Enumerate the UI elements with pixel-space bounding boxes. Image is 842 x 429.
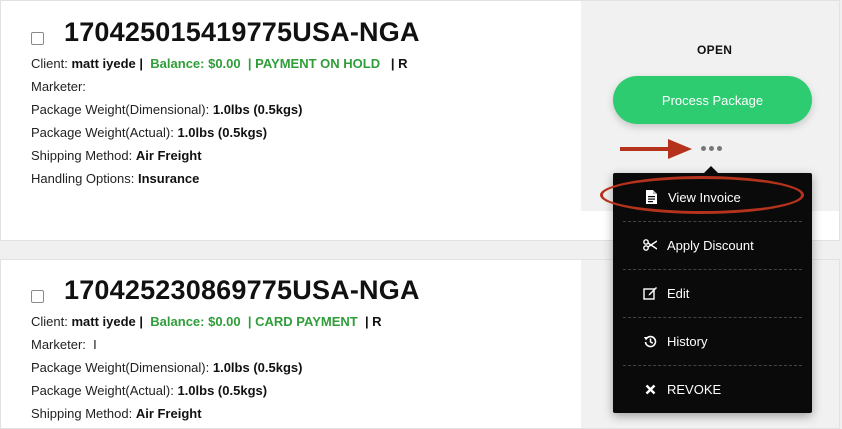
menu-item-label: Edit [667,285,690,301]
scissors-icon [642,237,658,253]
handling-options-line: Handling Options: Insurance [31,171,199,186]
more-options-button[interactable] [701,146,722,151]
actual-weight-value: 1.0lbs (0.5kgs) [177,383,268,398]
menu-item-label: History [667,333,708,349]
client-label: Client: [31,314,68,329]
route-tail: | R [364,314,382,329]
shipping-method-value: Air Freight [135,406,202,421]
dimensional-weight-label: Package Weight(Dimensional): [31,102,210,117]
history-icon [642,333,658,349]
handling-options-value: Insurance [137,171,200,186]
marketer-label: Marketer: [31,79,86,94]
marketer-value: I [93,337,97,352]
shipping-method-label: Shipping Method: [31,148,133,163]
client-name: matt iyede [71,314,136,329]
annotation-arrow-icon [620,139,692,159]
shipping-method-value: Air Freight [135,148,202,163]
payment-status: | CARD PAYMENT [247,314,358,329]
select-checkbox[interactable] [31,32,44,45]
close-icon [642,381,658,397]
marketer-label: Marketer: [31,337,86,352]
dot-icon [709,146,714,151]
client-line: Client: matt iyede | Balance: $0.00 | CA… [31,314,382,329]
shipping-method-label: Shipping Method: [31,406,133,421]
dimensional-weight-value: 1.0lbs (0.5kgs) [212,102,303,117]
payment-status: | PAYMENT ON HOLD [247,56,381,71]
menu-item-revoke[interactable]: REVOKE [613,365,812,413]
actual-weight-value: 1.0lbs (0.5kgs) [177,125,268,140]
menu-item-history[interactable]: History [613,317,812,365]
dimensional-weight-line: Package Weight(Dimensional): 1.0lbs (0.5… [31,360,302,375]
menu-item-label: Apply Discount [667,237,754,253]
handling-options-label: Handling Options: [31,171,135,186]
menu-item-label: REVOKE [667,381,722,397]
marketer-line: Marketer: [31,79,86,94]
status-label: OPEN [697,43,733,57]
annotation-highlight-ellipse [600,176,804,214]
dot-icon [717,146,722,151]
client-label: Client: [31,56,68,71]
menu-item-apply-discount[interactable]: Apply Discount [613,221,812,269]
separator: | [139,56,144,71]
edit-icon [642,285,658,301]
actual-weight-label: Package Weight(Actual): [31,383,174,398]
client-line: Client: matt iyede | Balance: $0.00 | PA… [31,56,408,71]
actual-weight-line: Package Weight(Actual): 1.0lbs (0.5kgs) [31,125,267,140]
shipping-method-line: Shipping Method: Air Freight [31,148,202,163]
balance-text: Balance: $0.00 [150,314,241,329]
dimensional-weight-label: Package Weight(Dimensional): [31,360,210,375]
balance-text: Balance: $0.00 [150,56,241,71]
tracking-number[interactable]: 170425015419775USA-NGA [64,17,420,48]
route-tail: | R [390,56,408,71]
dimensional-weight-value: 1.0lbs (0.5kgs) [212,360,303,375]
process-package-button[interactable]: Process Package [613,76,812,124]
actual-weight-line: Package Weight(Actual): 1.0lbs (0.5kgs) [31,383,267,398]
separator: | [139,314,144,329]
select-checkbox[interactable] [31,290,44,303]
shipping-method-line: Shipping Method: Air Freight [31,406,202,421]
dot-icon [701,146,706,151]
client-name: matt iyede [71,56,136,71]
actual-weight-label: Package Weight(Actual): [31,125,174,140]
marketer-line: Marketer: I [31,337,97,352]
tracking-number[interactable]: 170425230869775USA-NGA [64,275,420,306]
menu-item-edit[interactable]: Edit [613,269,812,317]
dimensional-weight-line: Package Weight(Dimensional): 1.0lbs (0.5… [31,102,302,117]
